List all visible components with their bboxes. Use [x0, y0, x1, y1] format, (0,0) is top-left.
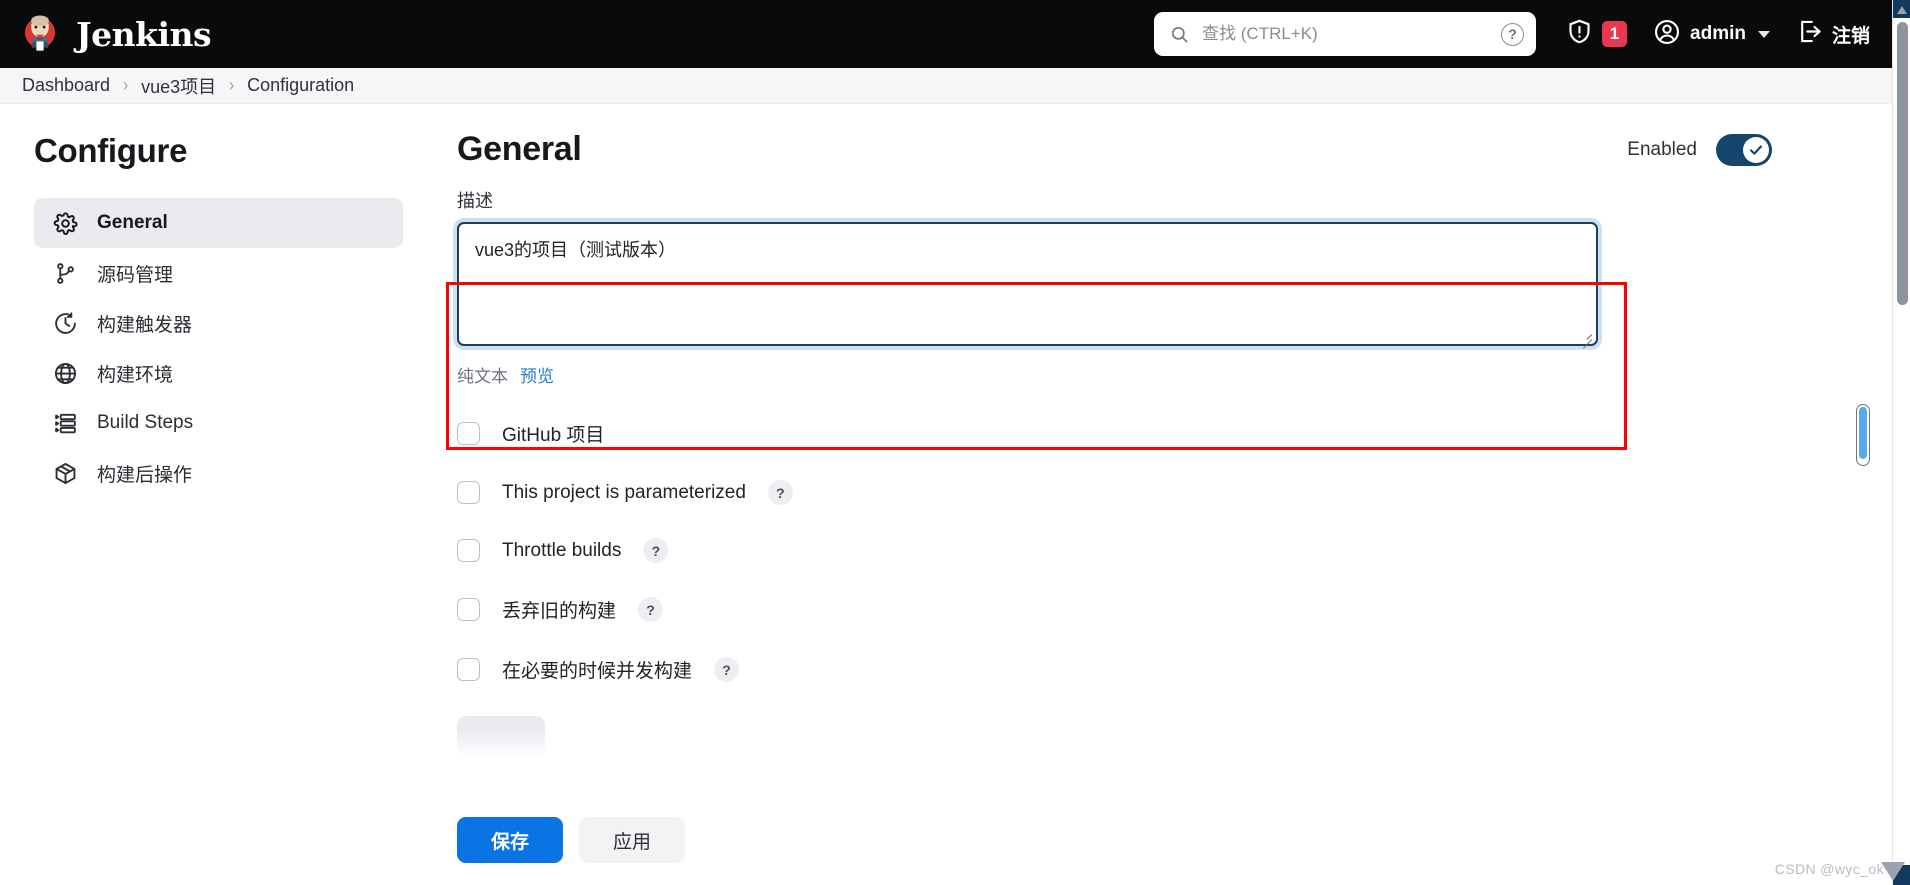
sidebar-item-scm[interactable]: 源码管理: [34, 248, 403, 298]
jenkins-logo-icon: [18, 12, 62, 56]
help-icon[interactable]: ?: [714, 657, 740, 682]
description-sub-links: 纯文本 预览: [457, 362, 1772, 387]
apply-button[interactable]: 应用: [579, 817, 686, 863]
chevron-down-icon: [1757, 30, 1770, 38]
clock-icon: [52, 310, 79, 337]
notification-count-badge: 1: [1602, 21, 1628, 47]
sidebar-item-build-triggers[interactable]: 构建触发器: [34, 298, 403, 348]
sidebar: Configure General 源码管理 构建触发器 构建环境 Build …: [0, 104, 425, 498]
plain-text-label: 纯文本: [457, 367, 508, 386]
search-input[interactable]: [1189, 24, 1502, 44]
preview-link[interactable]: 预览: [520, 362, 554, 387]
window-scrollbar-thumb[interactable]: [1897, 22, 1908, 305]
partially-hidden-control[interactable]: [457, 716, 545, 756]
breadcrumb-item-configuration[interactable]: Configuration: [247, 75, 354, 96]
logout-icon: [1796, 18, 1823, 50]
form-action-bar: 保存 应用: [457, 817, 686, 863]
gear-icon: [52, 210, 79, 237]
help-icon[interactable]: ?: [638, 597, 664, 622]
sidebar-item-post-build[interactable]: 构建后操作: [34, 448, 403, 498]
user-circle-icon: [1653, 18, 1681, 51]
checkbox-row-parameterized: This project is parameterized ?: [457, 480, 1772, 505]
watermark-triangle-icon: [1881, 862, 1905, 881]
notifications-button[interactable]: 1: [1566, 18, 1628, 50]
inner-scrollbar-thumb[interactable]: [1859, 407, 1867, 459]
logout-label: 注销: [1831, 25, 1870, 47]
inner-scrollbar[interactable]: [1856, 404, 1870, 466]
page-title: General: [457, 130, 582, 168]
checkbox-label: 丢弃旧的构建: [502, 601, 617, 622]
checkbox-row-discard-old-builds: 丢弃旧的构建 ?: [457, 596, 1772, 623]
window-scrollbar[interactable]: [1892, 0, 1910, 885]
jenkins-brand[interactable]: Jenkins: [18, 12, 212, 56]
parameterized-checkbox[interactable]: [457, 481, 480, 504]
breadcrumb-item-project[interactable]: vue3项目: [141, 73, 216, 99]
help-icon[interactable]: ?: [643, 538, 669, 563]
sidebar-title: Configure: [34, 132, 188, 169]
description-textarea[interactable]: [457, 222, 1598, 346]
search-box[interactable]: ?: [1154, 12, 1537, 56]
enabled-toggle-row: Enabled: [1627, 133, 1772, 166]
throttle-builds-checkbox[interactable]: [457, 539, 480, 562]
sidebar-item-build-steps[interactable]: Build Steps: [34, 398, 403, 448]
sidebar-item-label: 构建环境: [97, 364, 174, 386]
shield-warning-icon: [1566, 18, 1593, 50]
jenkins-brand-label: Jenkins: [76, 14, 212, 54]
sidebar-item-label: Build Steps: [97, 412, 194, 433]
sidebar-item-label: 构建后操作: [97, 464, 193, 486]
breadcrumb: Dashboard › vue3项目 › Configuration: [0, 68, 1892, 104]
watermark-text: CSDN @wyc_ok: [1774, 861, 1884, 877]
package-box-icon: [52, 460, 79, 487]
sidebar-item-label: General: [97, 212, 168, 233]
list-steps-icon: [52, 410, 79, 437]
github-project-checkbox[interactable]: [457, 422, 480, 445]
globe-icon: [52, 360, 79, 387]
checkbox-label: 在必要的时候并发构建: [502, 661, 693, 682]
concurrent-builds-checkbox[interactable]: [457, 658, 480, 681]
checkbox-row-github: GitHub 项目: [457, 420, 1772, 447]
sidebar-item-label: 源码管理: [97, 264, 174, 286]
checkbox-row-concurrent-builds: 在必要的时候并发构建 ?: [457, 656, 1772, 683]
breadcrumb-separator: ›: [229, 75, 235, 96]
user-name-label: admin: [1690, 23, 1746, 44]
main-header: General Enabled: [425, 104, 1892, 169]
enabled-toggle[interactable]: [1716, 133, 1772, 166]
scroll-up-arrow-icon[interactable]: [1897, 6, 1907, 14]
logout-button[interactable]: 注销: [1796, 18, 1870, 50]
search-icon: [1170, 25, 1189, 44]
checkbox-label: Throttle builds: [502, 539, 622, 561]
sidebar-item-label: 构建触发器: [97, 314, 193, 336]
checkbox-label: GitHub 项目: [502, 425, 605, 446]
sidebar-item-build-environment[interactable]: 构建环境: [34, 348, 403, 398]
top-header: Jenkins ? 1: [0, 0, 1892, 68]
description-label: 描述: [457, 191, 493, 211]
enabled-toggle-label: Enabled: [1627, 138, 1697, 160]
scroll-fade-overlay: [425, 731, 1892, 773]
checkbox-label: This project is parameterized: [502, 481, 746, 503]
toggle-knob: [1743, 136, 1769, 163]
user-menu-button[interactable]: admin: [1653, 18, 1770, 51]
main-panel: General Enabled 描述 vue3的项目（测试版本） 纯文本 预览 …: [425, 104, 1892, 885]
breadcrumb-item-dashboard[interactable]: Dashboard: [22, 75, 110, 96]
breadcrumb-separator: ›: [123, 75, 129, 96]
git-branch-icon: [52, 260, 79, 287]
checkbox-row-throttle: Throttle builds ?: [457, 538, 1772, 563]
discard-old-builds-checkbox[interactable]: [457, 598, 480, 621]
search-help-icon[interactable]: ?: [1501, 22, 1525, 46]
sidebar-item-general[interactable]: General: [34, 198, 403, 248]
help-icon[interactable]: ?: [767, 480, 793, 505]
app-root: Jenkins ? 1: [0, 0, 1910, 885]
form-scroll-area: 描述 纯文本 预览 GitHub 项目: [425, 187, 1892, 773]
save-button[interactable]: 保存: [457, 817, 564, 863]
body-area: Configure General 源码管理 构建触发器 构建环境 Build …: [0, 104, 1892, 885]
